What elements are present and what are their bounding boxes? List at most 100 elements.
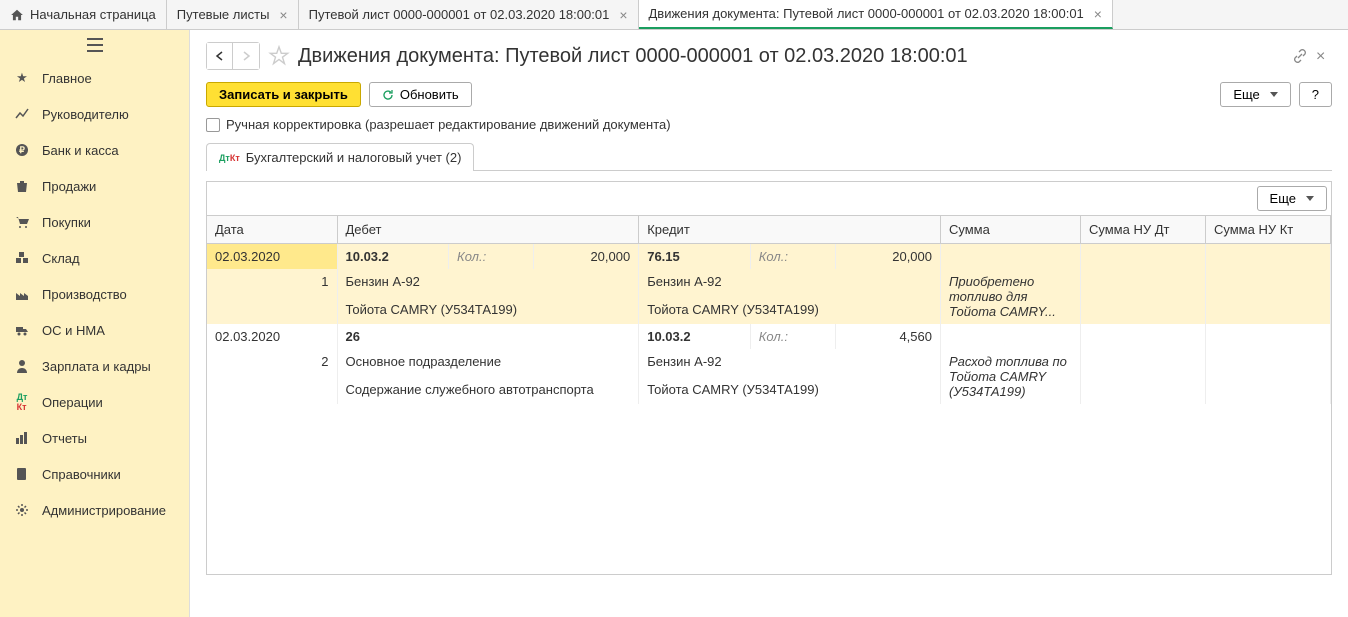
- sidebar-item-label: Главное: [42, 71, 92, 86]
- cell-nudt: [1081, 297, 1206, 325]
- cell-date: 02.03.2020: [207, 324, 337, 349]
- help-button[interactable]: ?: [1299, 82, 1332, 107]
- cell-nukt: [1206, 269, 1331, 297]
- cell-cred-sub1: Бензин А-92: [639, 269, 941, 297]
- table-row[interactable]: Тойота CAMRY (У534ТА199) Тойота CAMRY (У…: [207, 297, 1331, 325]
- manual-edit-row: Ручная корректировка (разрешает редактир…: [206, 117, 1332, 132]
- boxes-icon: [14, 250, 30, 266]
- sidebar-item-label: ОС и НМА: [42, 323, 105, 338]
- sidebar-item-manager[interactable]: Руководителю: [0, 96, 189, 132]
- sidebar-item-purchases[interactable]: Покупки: [0, 204, 189, 240]
- dtkt-icon: ДтКт: [219, 153, 240, 163]
- cell-sum: [941, 324, 1081, 349]
- title-row: Движения документа: Путевой лист 0000-00…: [206, 42, 1332, 70]
- sidebar-item-assets[interactable]: ОС и НМА: [0, 312, 189, 348]
- sidebar-item-label: Покупки: [42, 215, 91, 230]
- cell-nukt: [1206, 324, 1331, 349]
- table-more-button[interactable]: Еще: [1257, 186, 1327, 211]
- book-icon: [14, 466, 30, 482]
- table-toolbar: Еще: [207, 182, 1331, 216]
- manual-edit-checkbox[interactable]: [206, 118, 220, 132]
- cell-deb-sub2: Тойота CAMRY (У534ТА199): [337, 297, 639, 325]
- cell-sum: [941, 244, 1081, 270]
- cell-nukt: [1206, 244, 1331, 270]
- forward-button[interactable]: [233, 43, 259, 69]
- sidebar-item-label: Администрирование: [42, 503, 166, 518]
- cell-cred-sub2: Тойота CAMRY (У534ТА199): [639, 377, 941, 405]
- cell-n: 2: [207, 349, 337, 377]
- dtkt-icon: ДтКт: [14, 394, 30, 410]
- sidebar-item-label: Справочники: [42, 467, 121, 482]
- person-icon: [14, 358, 30, 374]
- cell-sum-note: Приобретено топливо для Тойота CAMRY...: [941, 269, 1081, 324]
- tab-doc-movements[interactable]: Движения документа: Путевой лист 0000-00…: [639, 0, 1113, 29]
- table-row[interactable]: 2 Основное подразделение Бензин А-92 Рас…: [207, 349, 1331, 377]
- refresh-icon: [382, 89, 394, 101]
- col-nu-kt: Сумма НУ Кт: [1206, 216, 1331, 244]
- toolbar: Записать и закрыть Обновить Еще ?: [206, 82, 1332, 107]
- sidebar-item-label: Банк и касса: [42, 143, 119, 158]
- close-icon[interactable]: ×: [619, 7, 627, 23]
- table-wrap: Еще Дата Дебет Кредит Сумма Сумма НУ Дт …: [206, 181, 1332, 575]
- sidebar-item-warehouse[interactable]: Склад: [0, 240, 189, 276]
- tab-home[interactable]: Начальная страница: [0, 0, 167, 29]
- more-button[interactable]: Еще: [1220, 82, 1290, 107]
- menu-toggle[interactable]: [0, 30, 189, 60]
- cell-nukt: [1206, 349, 1331, 377]
- sidebar-item-production[interactable]: Производство: [0, 276, 189, 312]
- table-row[interactable]: Содержание служебного автотранспорта Той…: [207, 377, 1331, 405]
- bag-icon: [14, 178, 30, 194]
- sidebar-item-admin[interactable]: Администрирование: [0, 492, 189, 528]
- table-row[interactable]: 02.03.2020 26 10.03.2 Кол.: 4,560: [207, 324, 1331, 349]
- sidebar-item-label: Отчеты: [42, 431, 87, 446]
- page-title: Движения документа: Путевой лист 0000-00…: [298, 45, 968, 68]
- bars-icon: [14, 430, 30, 446]
- table-row[interactable]: 02.03.2020 10.03.2 Кол.: 20,000 76.15 Ко…: [207, 244, 1331, 270]
- cell-sum-note: Расход топлива по Тойота CAMRY (У534ТА19…: [941, 349, 1081, 404]
- refresh-button[interactable]: Обновить: [369, 82, 472, 107]
- cell-date: 02.03.2020: [207, 244, 337, 270]
- sidebar-item-sales[interactable]: Продажи: [0, 168, 189, 204]
- favorite-icon[interactable]: [268, 45, 290, 67]
- sidebar-item-catalogs[interactable]: Справочники: [0, 456, 189, 492]
- cell-cred-acc: 10.03.2: [639, 324, 751, 349]
- tab-waybills[interactable]: Путевые листы ×: [167, 0, 299, 29]
- close-icon[interactable]: ×: [1316, 48, 1332, 64]
- inner-tab-accounting[interactable]: ДтКт Бухгалтерский и налоговый учет (2): [206, 143, 474, 171]
- home-icon: [10, 8, 24, 22]
- cell-empty: [207, 377, 337, 405]
- sidebar-item-main[interactable]: ★ Главное: [0, 60, 189, 96]
- cell-deb-sub2: Содержание служебного автотранспорта: [337, 377, 639, 405]
- sidebar: ★ Главное Руководителю ₽ Банк и касса Пр…: [0, 30, 190, 617]
- close-icon[interactable]: ×: [1094, 6, 1102, 22]
- save-close-button[interactable]: Записать и закрыть: [206, 82, 361, 107]
- cell-n: 1: [207, 269, 337, 297]
- sidebar-item-label: Производство: [42, 287, 127, 302]
- cell-nukt: [1206, 377, 1331, 405]
- sidebar-item-hr[interactable]: Зарплата и кадры: [0, 348, 189, 384]
- star-icon: ★: [14, 70, 30, 86]
- tab-label: Путевой лист 0000-000001 от 02.03.2020 1…: [309, 7, 610, 22]
- sidebar-item-operations[interactable]: ДтКт Операции: [0, 384, 189, 420]
- table-row[interactable]: 1 Бензин А-92 Бензин А-92 Приобретено то…: [207, 269, 1331, 297]
- cell-cred-sub2: Тойота CAMRY (У534ТА199): [639, 297, 941, 325]
- cell-cred-acc: 76.15: [639, 244, 751, 270]
- sidebar-item-label: Продажи: [42, 179, 96, 194]
- tabs-bar: Начальная страница Путевые листы × Путев…: [0, 0, 1348, 30]
- hamburger-icon: [87, 38, 103, 52]
- back-button[interactable]: [207, 43, 233, 69]
- inner-tab-label: Бухгалтерский и налоговый учет (2): [246, 150, 462, 165]
- sidebar-item-bank[interactable]: ₽ Банк и касса: [0, 132, 189, 168]
- cell-nudt: [1081, 324, 1206, 349]
- ruble-icon: ₽: [14, 142, 30, 158]
- link-icon[interactable]: [1292, 48, 1308, 64]
- tab-waybill-doc[interactable]: Путевой лист 0000-000001 от 02.03.2020 1…: [299, 0, 639, 29]
- manual-edit-label: Ручная корректировка (разрешает редактир…: [226, 117, 671, 132]
- cell-deb-sub1: Основное подразделение: [337, 349, 639, 377]
- sidebar-item-reports[interactable]: Отчеты: [0, 420, 189, 456]
- close-icon[interactable]: ×: [279, 7, 287, 23]
- cell-qty-label: Кол.:: [750, 244, 835, 270]
- cell-nudt: [1081, 244, 1206, 270]
- cell-cred-qty: 4,560: [836, 324, 941, 349]
- postings-table: Дата Дебет Кредит Сумма Сумма НУ Дт Сумм…: [207, 216, 1331, 404]
